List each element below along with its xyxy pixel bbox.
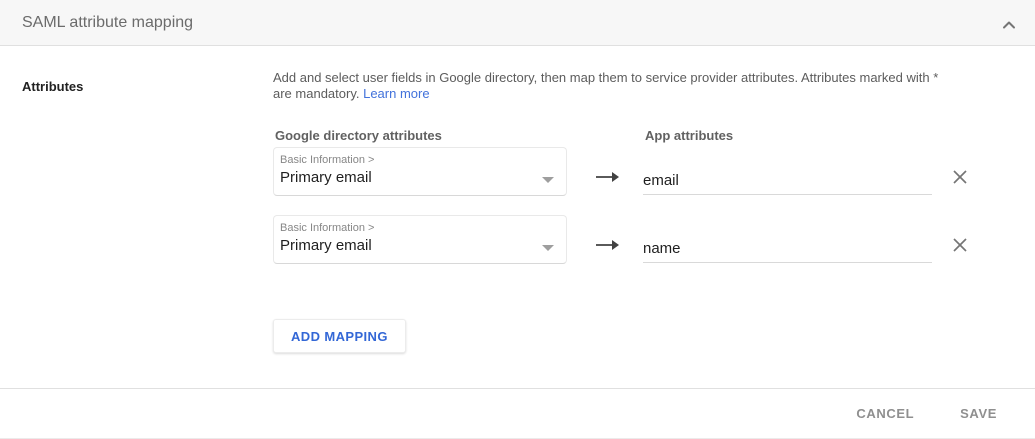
app-attribute-field-wrap: [643, 147, 932, 195]
panel-header: SAML attribute mapping: [0, 0, 1035, 46]
chevron-up-icon: [1002, 17, 1016, 32]
caret-down-icon: [542, 238, 554, 244]
panel-body: Attributes Add and select user fields in…: [0, 46, 1035, 388]
dropdown-category-label: Basic Information >: [280, 222, 374, 234]
dropdown-selected-value: Primary email: [280, 169, 372, 186]
close-icon: [952, 169, 968, 188]
app-attribute-field-wrap: [643, 215, 932, 263]
mapping-row: Basic Information > Primary email: [273, 147, 993, 196]
close-icon: [952, 237, 968, 256]
arrow-right-icon: [595, 170, 621, 184]
cancel-button[interactable]: CANCEL: [854, 400, 916, 427]
arrow-right-icon: [595, 238, 621, 252]
page-title: SAML attribute mapping: [22, 0, 193, 46]
attributes-description: Add and select user fields in Google dir…: [273, 70, 1025, 102]
app-attribute-input[interactable]: [643, 240, 932, 257]
dropdown-category-label: Basic Information >: [280, 154, 374, 166]
learn-more-link[interactable]: Learn more: [363, 86, 429, 101]
google-directory-attribute-dropdown[interactable]: Basic Information > Primary email: [273, 215, 567, 264]
description-line-1: Add and select user fields in Google dir…: [273, 70, 1025, 86]
google-directory-attribute-dropdown[interactable]: Basic Information > Primary email: [273, 147, 567, 196]
dropdown-selected-value: Primary email: [280, 237, 372, 254]
save-button[interactable]: SAVE: [958, 400, 999, 427]
app-attribute-input[interactable]: [643, 172, 932, 189]
collapse-section-button[interactable]: [997, 12, 1021, 36]
panel-footer: CANCEL SAVE: [0, 388, 1035, 438]
saml-attribute-mapping-panel: SAML attribute mapping Attributes Add an…: [0, 0, 1035, 439]
description-line-2: are mandatory.: [273, 86, 359, 101]
remove-mapping-button[interactable]: [949, 235, 971, 257]
mapping-row: Basic Information > Primary email: [273, 215, 993, 264]
caret-down-icon: [542, 170, 554, 176]
attributes-section-label: Attributes: [22, 79, 83, 94]
column-header-app-attributes: App attributes: [645, 128, 733, 143]
add-mapping-button[interactable]: ADD MAPPING: [273, 319, 406, 353]
column-header-google-directory-attributes: Google directory attributes: [275, 128, 442, 143]
remove-mapping-button[interactable]: [949, 167, 971, 189]
